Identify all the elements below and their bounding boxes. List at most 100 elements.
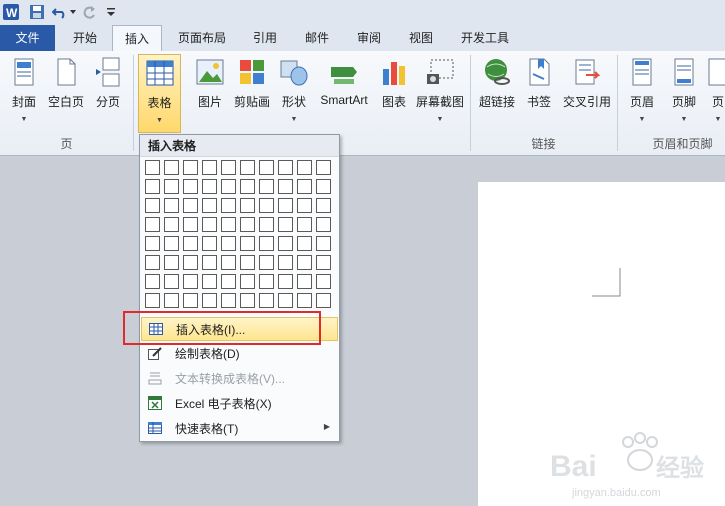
table-grid-cell[interactable]: [240, 217, 255, 232]
table-grid-cell[interactable]: [145, 236, 160, 251]
table-grid-cell[interactable]: [297, 236, 312, 251]
table-grid-cell[interactable]: [183, 274, 198, 289]
table-grid-cell[interactable]: [316, 236, 331, 251]
table-grid-cell[interactable]: [164, 255, 179, 270]
table-grid-cell[interactable]: [240, 198, 255, 213]
table-grid-cell[interactable]: [164, 160, 179, 175]
table-grid-cell[interactable]: [240, 236, 255, 251]
smartart-button[interactable]: SmartArt: [318, 57, 370, 107]
table-grid-cell[interactable]: [221, 293, 236, 308]
table-grid-cell[interactable]: [221, 274, 236, 289]
tab-view[interactable]: 视图: [396, 25, 446, 51]
undo-icon[interactable]: [52, 3, 68, 20]
table-grid-cell[interactable]: [316, 274, 331, 289]
cross-reference-button[interactable]: 交叉引用: [561, 57, 613, 110]
table-grid-cell[interactable]: [259, 217, 274, 232]
table-grid-cell[interactable]: [278, 217, 293, 232]
tab-developer[interactable]: 开发工具: [448, 25, 522, 51]
undo-dropdown-icon[interactable]: [70, 3, 76, 20]
table-grid-cell[interactable]: [278, 255, 293, 270]
table-grid-cell[interactable]: [316, 198, 331, 213]
table-grid-cell[interactable]: [202, 217, 217, 232]
word-logo-icon[interactable]: W: [3, 3, 19, 20]
bookmark-button[interactable]: 书签: [515, 57, 563, 110]
table-grid-cell[interactable]: [221, 255, 236, 270]
table-grid-cell[interactable]: [183, 179, 198, 194]
table-grid-cell[interactable]: [259, 160, 274, 175]
table-grid-cell[interactable]: [297, 179, 312, 194]
table-grid-cell[interactable]: [278, 198, 293, 213]
table-grid-cell[interactable]: [145, 293, 160, 308]
footer-button[interactable]: 页脚 ▼: [660, 57, 708, 123]
table-button[interactable]: 表格 ▼: [138, 54, 181, 133]
redo-icon[interactable]: [83, 3, 97, 20]
table-grid-cell[interactable]: [145, 217, 160, 232]
table-grid-cell[interactable]: [202, 236, 217, 251]
table-grid-cell[interactable]: [297, 217, 312, 232]
table-grid-cell[interactable]: [278, 160, 293, 175]
shapes-button[interactable]: 形状 ▼: [270, 57, 318, 123]
table-grid-cell[interactable]: [278, 179, 293, 194]
table-grid-cell[interactable]: [183, 255, 198, 270]
table-grid-cell[interactable]: [259, 293, 274, 308]
tab-page-layout[interactable]: 页面布局: [165, 25, 239, 51]
table-grid-cell[interactable]: [183, 293, 198, 308]
tab-references[interactable]: 引用: [240, 25, 290, 51]
table-grid-cell[interactable]: [202, 255, 217, 270]
table-grid-cell[interactable]: [202, 179, 217, 194]
table-grid-cell[interactable]: [183, 160, 198, 175]
blank-page-button[interactable]: 空白页: [42, 57, 90, 110]
cover-page-button[interactable]: 封面 ▼: [0, 57, 48, 123]
table-grid-cell[interactable]: [316, 255, 331, 270]
excel-spreadsheet-menu-item[interactable]: Excel 电子表格(X): [141, 391, 338, 415]
table-grid-cell[interactable]: [183, 217, 198, 232]
customize-qat-icon[interactable]: [106, 3, 116, 20]
table-grid-cell[interactable]: [164, 274, 179, 289]
clip-art-button[interactable]: 剪贴画: [228, 57, 276, 110]
table-grid-cell[interactable]: [183, 198, 198, 213]
table-grid-cell[interactable]: [221, 160, 236, 175]
table-grid-cell[interactable]: [316, 179, 331, 194]
table-grid-cell[interactable]: [240, 293, 255, 308]
table-grid-cell[interactable]: [278, 293, 293, 308]
table-grid-cell[interactable]: [316, 217, 331, 232]
table-grid-cell[interactable]: [278, 236, 293, 251]
table-grid-cell[interactable]: [259, 236, 274, 251]
table-grid-cell[interactable]: [164, 198, 179, 213]
tab-file[interactable]: 文件: [0, 25, 55, 51]
table-grid-cell[interactable]: [145, 274, 160, 289]
table-grid-cell[interactable]: [164, 293, 179, 308]
table-grid-cell[interactable]: [297, 160, 312, 175]
table-grid-cell[interactable]: [316, 293, 331, 308]
save-icon[interactable]: [30, 3, 44, 20]
table-grid-cell[interactable]: [183, 236, 198, 251]
table-grid-cell[interactable]: [202, 274, 217, 289]
table-grid-cell[interactable]: [240, 160, 255, 175]
tab-review[interactable]: 审阅: [343, 25, 395, 51]
screenshot-button[interactable]: 屏幕截图 ▼: [414, 57, 466, 123]
table-grid-cell[interactable]: [164, 236, 179, 251]
table-grid-cell[interactable]: [202, 198, 217, 213]
page-break-button[interactable]: 分页: [84, 57, 132, 110]
convert-text-to-table-menu-item[interactable]: 文本转换成表格(V)...: [141, 366, 338, 390]
table-grid-cell[interactable]: [240, 179, 255, 194]
table-grid-cell[interactable]: [240, 274, 255, 289]
hyperlink-button[interactable]: 超链接: [473, 57, 521, 110]
table-grid-cell[interactable]: [278, 274, 293, 289]
tab-home[interactable]: 开始: [58, 25, 112, 51]
table-grid-cell[interactable]: [221, 236, 236, 251]
table-grid-cell[interactable]: [221, 179, 236, 194]
picture-button[interactable]: 图片: [186, 57, 234, 110]
table-grid-cell[interactable]: [259, 274, 274, 289]
table-grid-cell[interactable]: [202, 293, 217, 308]
header-button[interactable]: 页眉 ▼: [618, 57, 666, 123]
table-grid-cell[interactable]: [145, 160, 160, 175]
tab-insert[interactable]: 插入: [112, 25, 162, 53]
table-grid-cell[interactable]: [164, 217, 179, 232]
table-grid-cell[interactable]: [297, 293, 312, 308]
table-grid-cell[interactable]: [145, 255, 160, 270]
table-grid-cell[interactable]: [164, 179, 179, 194]
table-grid-cell[interactable]: [240, 255, 255, 270]
quick-tables-menu-item[interactable]: 快速表格(T) ▶: [141, 416, 338, 440]
table-grid-cell[interactable]: [259, 198, 274, 213]
